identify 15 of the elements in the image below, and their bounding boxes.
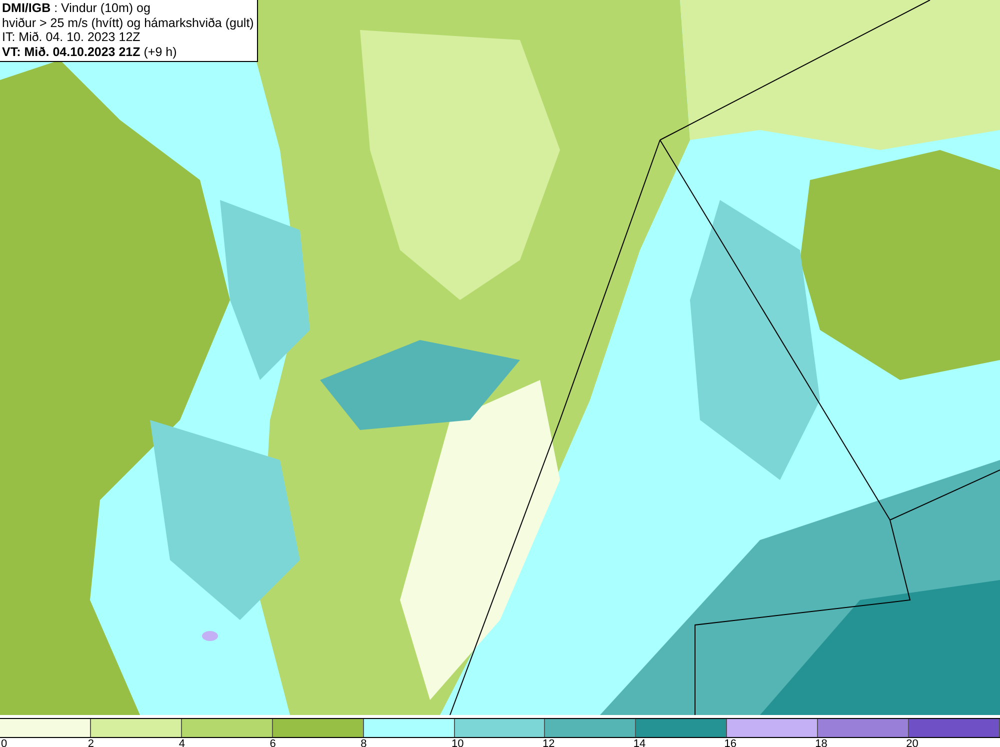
legend-label: 0 bbox=[1, 738, 8, 747]
header-text: DMI/IGB : Vindur (10m) og bbox=[2, 1, 152, 16]
legend-label: 4 bbox=[178, 738, 185, 747]
header-text: IT: Mið. 04. 10. 2023 12Z bbox=[2, 30, 142, 44]
legend-label: 2 bbox=[88, 738, 94, 747]
legend-label: 16 bbox=[724, 738, 737, 747]
legend-label: 6 bbox=[270, 738, 276, 747]
legend-label: 8 bbox=[360, 738, 367, 747]
legend-label: 20 bbox=[906, 738, 918, 747]
header-text: VT: Mið. 04.10.2023 21Z (+9 h) bbox=[2, 44, 178, 59]
header-text: hviður > 25 m/s (hvítt) og hámarkshviða (gult) bbox=[2, 16, 254, 30]
legend-label: 18 bbox=[815, 738, 828, 747]
legend-label: 10 bbox=[452, 738, 464, 747]
legend-label: 14 bbox=[633, 738, 646, 747]
legend-label: 12 bbox=[542, 738, 555, 747]
